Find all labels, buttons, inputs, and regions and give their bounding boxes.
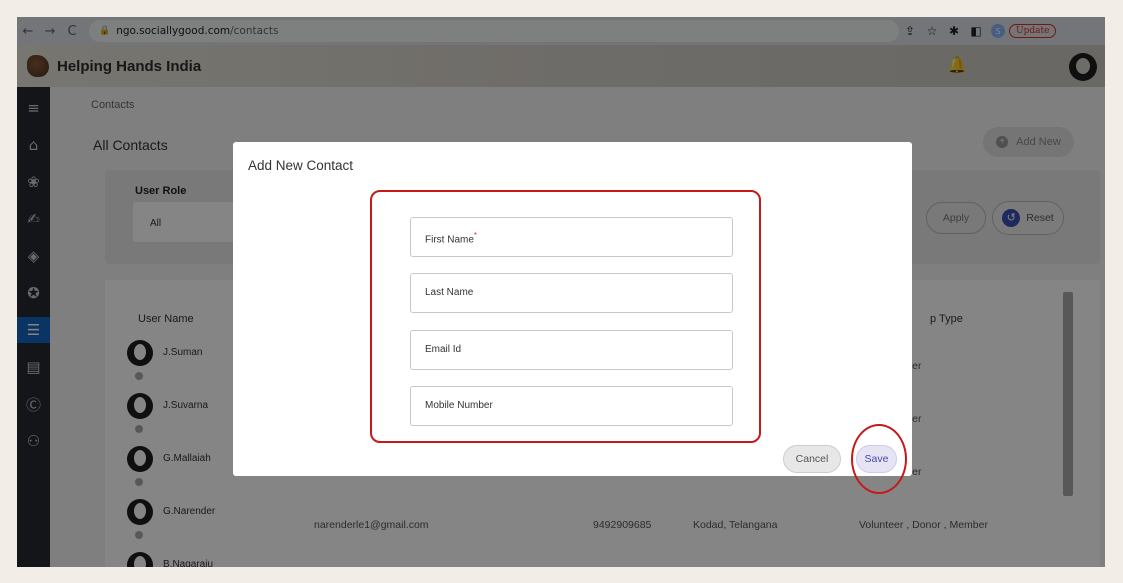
first-name-field[interactable]: First Name*	[410, 217, 733, 257]
add-contact-modal: Add New Contact First Name* Last Name Em…	[233, 142, 912, 494]
email-field[interactable]: Email Id	[410, 330, 733, 370]
cancel-button[interactable]: Cancel	[783, 445, 841, 473]
modal-title: Add New Contact	[248, 158, 354, 173]
highlight-circle	[851, 424, 907, 494]
last-name-field[interactable]: Last Name	[410, 273, 733, 313]
first-name-placeholder: First Name	[425, 234, 474, 246]
browser-window: ← → C 🔒 ngo.sociallygood.com/contacts ⇪ …	[17, 17, 1105, 567]
required-mark: *	[473, 231, 478, 240]
mobile-number-field[interactable]: Mobile Number	[410, 386, 733, 426]
